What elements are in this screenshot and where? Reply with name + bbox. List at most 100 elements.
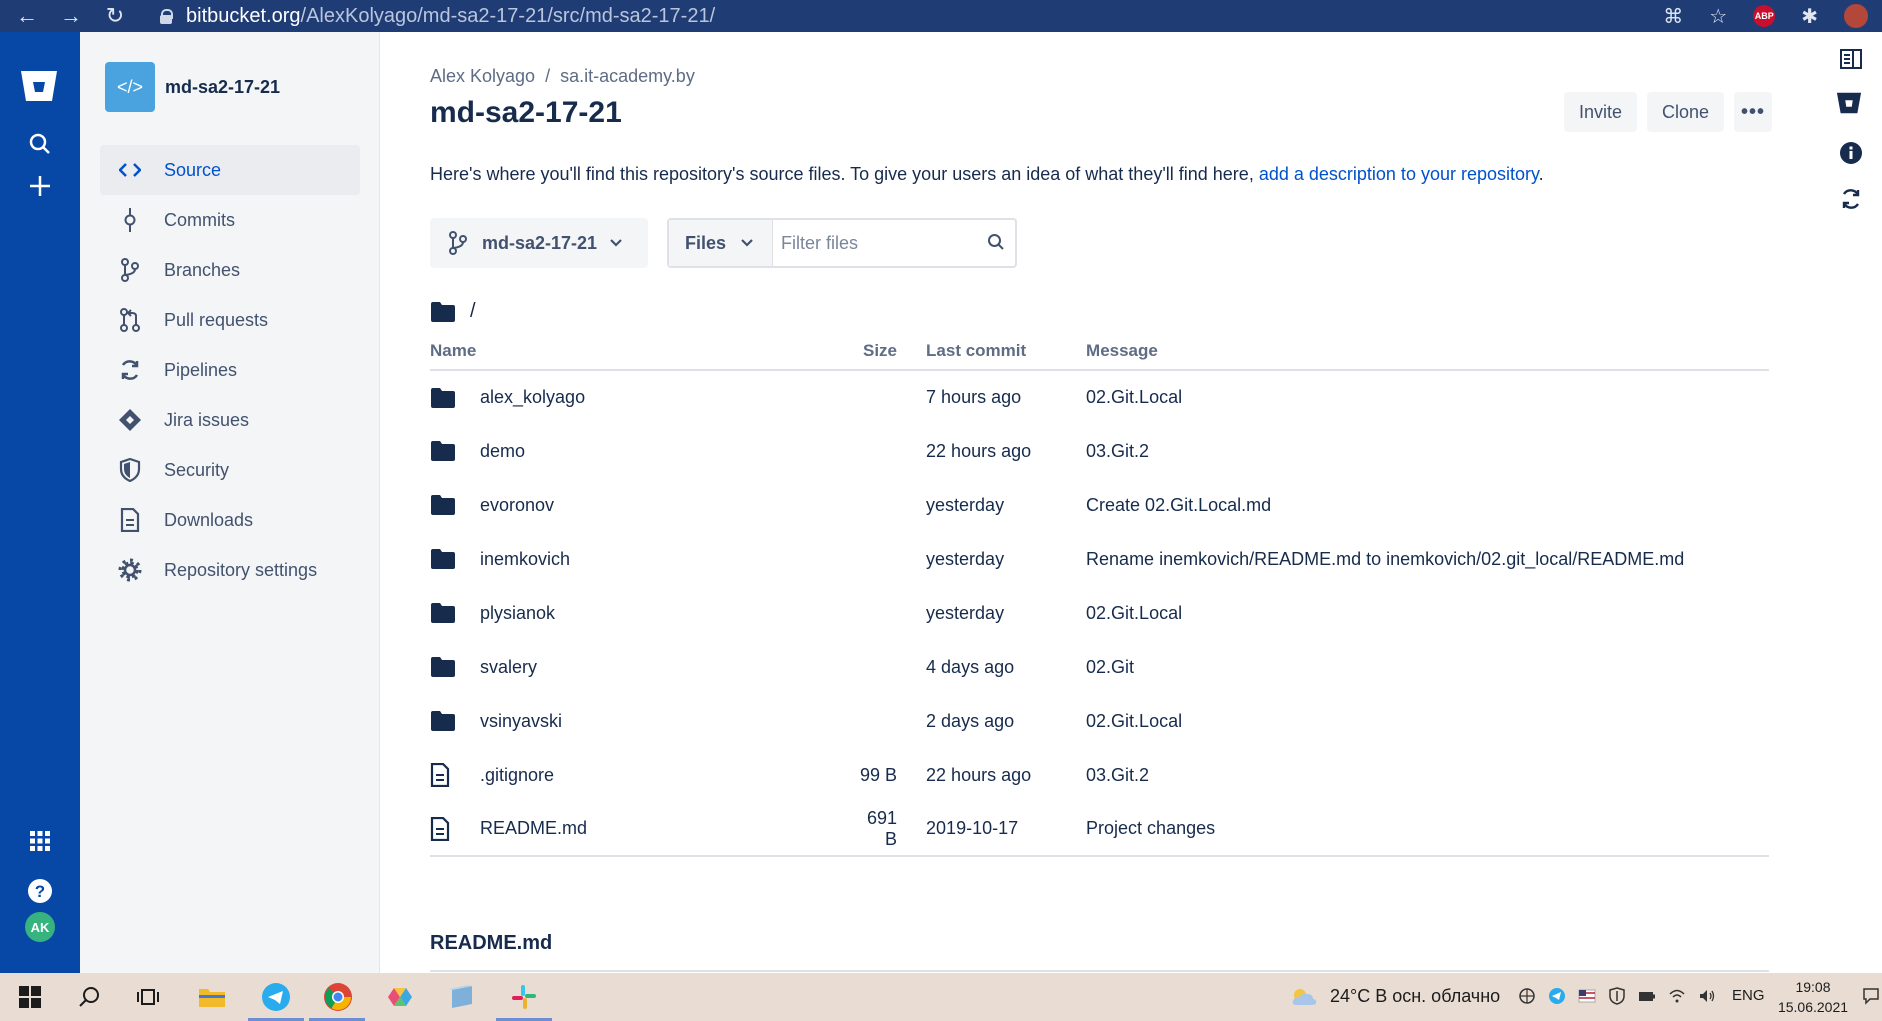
file-name[interactable]: vsinyavski <box>480 694 851 748</box>
sidebar-item-pull-requests[interactable]: Pull requests <box>100 295 360 345</box>
last-commit: 7 hours ago <box>926 387 1022 407</box>
folder-icon <box>430 494 480 516</box>
browser-profile-avatar[interactable] <box>1844 4 1868 28</box>
folder-icon <box>430 710 480 732</box>
forward-arrow-icon[interactable]: → <box>60 5 82 27</box>
chrome-icon[interactable] <box>322 981 354 1013</box>
column-header-size[interactable]: Size <box>851 332 927 371</box>
reload-icon[interactable]: ↻ <box>104 5 126 27</box>
right-panel <box>1818 32 1882 973</box>
table-row[interactable]: README.md 691 B 2019-10-17 Project changes <box>430 802 1769 857</box>
app-switcher-icon[interactable] <box>24 825 56 857</box>
extensions-icon[interactable]: ✱ <box>1801 4 1818 29</box>
sidebar-item-commits[interactable]: Commits <box>100 195 360 245</box>
file-name[interactable]: .gitignore <box>480 748 851 802</box>
help-icon[interactable]: ? <box>24 875 56 907</box>
defender-shield-icon[interactable] <box>1608 987 1626 1005</box>
file-explorer-icon[interactable] <box>196 981 228 1013</box>
column-header-last-commit[interactable]: Last commit <box>926 332 1087 371</box>
task-view-icon[interactable] <box>132 981 164 1013</box>
invite-button[interactable]: Invite <box>1564 92 1638 132</box>
address-bar[interactable]: bitbucket.org/AlexKolyago/md-sa2-17-21/s… <box>160 5 715 27</box>
language-indicator[interactable]: ENG <box>1732 987 1765 1004</box>
network-share-icon[interactable] <box>1518 987 1536 1005</box>
breadcrumb-owner[interactable]: Alex Kolyago <box>430 66 535 86</box>
search-icon[interactable] <box>987 233 1005 251</box>
adblock-icon[interactable]: ABP <box>1753 5 1776 27</box>
user-avatar[interactable]: AK <box>25 912 55 942</box>
slack-icon[interactable] <box>508 981 540 1013</box>
table-row[interactable]: demo 22 hours ago 03.Git.2 <box>430 424 1769 478</box>
column-header-message[interactable]: Message <box>1086 332 1769 371</box>
app-diamond-icon[interactable] <box>384 981 416 1013</box>
file-name[interactable]: inemkovich <box>480 532 851 586</box>
sidebar-item-pipelines[interactable]: Pipelines <box>100 345 360 395</box>
last-commit: 2 days ago <box>926 710 1015 731</box>
file-name[interactable]: README.md <box>480 802 852 857</box>
browser-nav: ← → ↻ <box>0 5 126 27</box>
filter-files-input[interactable] <box>781 223 971 263</box>
star-icon[interactable]: ☆ <box>1709 4 1727 29</box>
shield-icon <box>116 456 144 484</box>
clone-button[interactable]: Clone <box>1647 92 1725 132</box>
create-plus-icon[interactable] <box>24 170 56 202</box>
sidebar-item-repository-settings[interactable]: Repository settings <box>100 545 360 595</box>
table-row[interactable]: inemkovich yesterday Rename inemkovich/REA… <box>430 532 1769 586</box>
sidebar-item-security[interactable]: Security <box>100 445 360 495</box>
add-description-link[interactable]: add a description to your repository <box>1259 164 1539 184</box>
wifi-icon[interactable] <box>1668 987 1686 1005</box>
weather-widget[interactable]: 24°C В осн. облачно <box>1290 986 1500 1007</box>
file-icon <box>430 763 480 787</box>
system-clock[interactable]: 19:08 15.06.2021 <box>1776 977 1850 1017</box>
last-commit: 22 hours ago <box>926 440 1032 461</box>
back-arrow-icon[interactable]: ← <box>16 5 38 27</box>
info-icon[interactable] <box>1838 140 1864 166</box>
sidebar-item-downloads[interactable]: Downloads <box>100 495 360 545</box>
volume-icon[interactable] <box>1698 987 1716 1005</box>
battery-icon[interactable] <box>1638 987 1656 1005</box>
page-title: md-sa2-17-21 <box>430 96 622 129</box>
table-row[interactable]: evoronov yesterday Create 02.Git.Local.md <box>430 478 1769 532</box>
sidebar-item-label: Commits <box>164 209 235 230</box>
table-row[interactable]: plysianok yesterday 02.Git.Local <box>430 586 1769 640</box>
file-name[interactable]: alex_kolyago <box>480 370 851 424</box>
more-actions-button[interactable]: ••• <box>1734 92 1773 132</box>
file-name[interactable]: plysianok <box>480 586 851 640</box>
file-name[interactable]: demo <box>480 424 851 478</box>
notifications-icon[interactable] <box>1862 987 1880 1005</box>
browser-toolbar: ← → ↻ bitbucket.org/AlexKolyago/md-sa2-1… <box>0 0 1882 32</box>
commit-message: Project changes <box>1086 802 1769 857</box>
sync-icon[interactable] <box>1838 186 1864 212</box>
bitbucket-logo-icon[interactable] <box>19 68 59 104</box>
repo-name: md-sa2-17-21 <box>165 76 281 97</box>
table-row[interactable]: .gitignore 99 B 22 hours ago 03.Git.2 <box>430 748 1769 802</box>
translate-icon[interactable]: ⌘ <box>1663 4 1683 29</box>
sidebar-item-jira-issues[interactable]: Jira issues <box>100 395 360 445</box>
files-select[interactable]: Files <box>669 220 773 266</box>
file-size <box>851 478 926 532</box>
file-name[interactable]: svalery <box>480 640 851 694</box>
code-icon <box>116 156 144 184</box>
sidebar-toggle-icon[interactable] <box>1838 46 1864 72</box>
column-header-name[interactable]: Name <box>430 332 852 371</box>
sidebar-item-branches[interactable]: Branches <box>100 245 360 295</box>
repo-header[interactable]: </> md-sa2-17-21 <box>105 62 280 112</box>
search-icon[interactable] <box>74 981 106 1013</box>
telegram-icon[interactable] <box>260 981 292 1013</box>
branch-selector[interactable]: md-sa2-17-21 <box>430 218 648 268</box>
table-row[interactable]: alex_kolyago 7 hours ago 02.Git.Local <box>430 370 1769 424</box>
virtualbox-icon[interactable] <box>446 981 478 1013</box>
flag-icon[interactable] <box>1578 987 1596 1005</box>
file-name[interactable]: evoronov <box>480 478 851 532</box>
table-row[interactable]: vsinyavski 2 days ago 02.Git.Local <box>430 694 1769 748</box>
sidebar-item-source[interactable]: Source <box>100 145 360 195</box>
folder-icon <box>430 656 480 678</box>
folder-icon <box>430 301 456 323</box>
search-icon[interactable] <box>24 128 56 160</box>
table-row[interactable]: svalery 4 days ago 02.Git <box>430 640 1769 694</box>
windows-start-icon[interactable] <box>14 981 46 1013</box>
clock-date: 15.06.2021 <box>1777 999 1849 1015</box>
breadcrumb-project[interactable]: sa.it-academy.by <box>560 66 695 86</box>
telegram-tray-icon[interactable] <box>1548 987 1566 1005</box>
bitbucket-logo-icon[interactable] <box>1836 90 1862 116</box>
